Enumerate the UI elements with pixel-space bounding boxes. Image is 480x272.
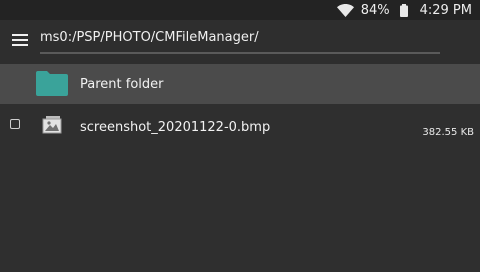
path-underline xyxy=(40,52,440,54)
folder-icon xyxy=(36,71,68,96)
parent-folder-label: Parent folder xyxy=(80,77,164,92)
file-checkbox[interactable] xyxy=(10,119,20,129)
header-bar: ms0:/PSP/PHOTO/CMFileManager/ xyxy=(0,20,480,64)
file-size: 382.55 KB xyxy=(422,127,474,138)
path-input[interactable]: ms0:/PSP/PHOTO/CMFileManager/ xyxy=(40,30,259,45)
clock: 4:29 PM xyxy=(419,2,472,18)
status-right: 84% 4:29 PM xyxy=(336,0,474,20)
status-bar: 84% 4:29 PM xyxy=(0,0,480,20)
battery-percent: 84% xyxy=(360,2,390,18)
menu-icon[interactable] xyxy=(12,34,28,46)
wifi-icon xyxy=(336,3,354,17)
file-name: screenshot_20201122-0.bmp xyxy=(80,120,271,135)
battery-icon xyxy=(399,3,408,17)
image-icon xyxy=(42,116,62,134)
parent-folder-row[interactable] xyxy=(0,64,480,104)
